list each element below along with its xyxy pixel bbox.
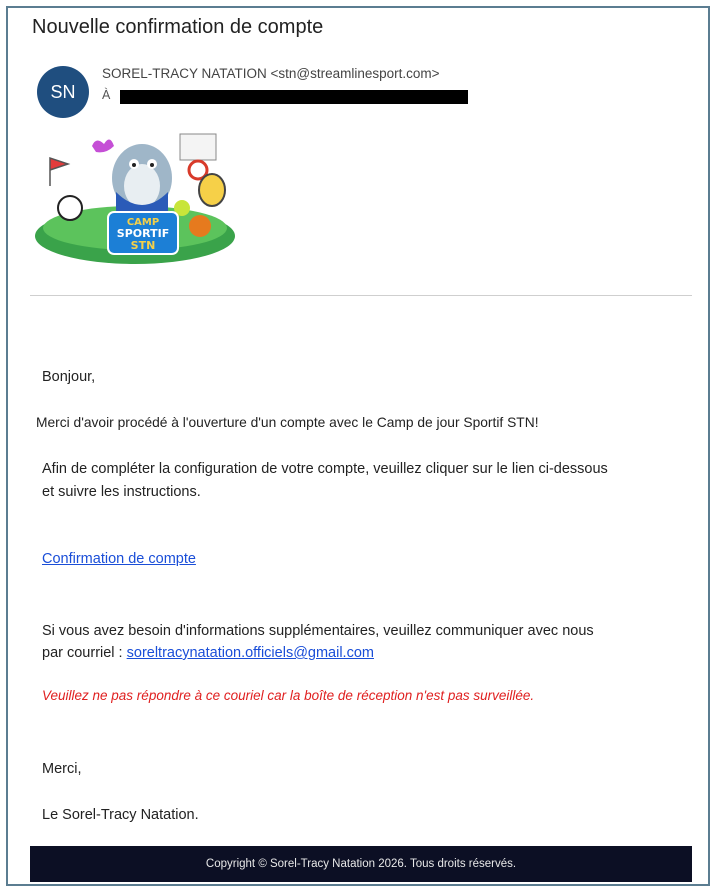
logo-text-stn: STN xyxy=(131,239,156,252)
signoff-name: Le Sorel-Tracy Natation. xyxy=(42,807,199,823)
thanks-line: Merci d'avoir procédé à l'ouverture d'un… xyxy=(36,415,539,430)
confirm-account-link[interactable]: Confirmation de compte xyxy=(42,551,196,567)
signoff-thanks: Merci, xyxy=(42,761,82,777)
instructions-line-1: Afin de compléter la configuration de vo… xyxy=(42,461,608,477)
header-divider xyxy=(30,295,692,296)
info-line-2: par courriel : soreltracynatation.offici… xyxy=(42,642,374,664)
info-line-1: Si vous avez besoin d'informations suppl… xyxy=(42,623,594,639)
info-prefix: par courriel : xyxy=(42,645,127,661)
contact-email-link[interactable]: soreltracynatation.officiels@gmail.com xyxy=(127,645,374,661)
instructions-line-2: et suivre les instructions. xyxy=(42,484,201,500)
email-subject: Nouvelle confirmation de compte xyxy=(32,16,324,38)
sender-avatar: SN xyxy=(37,66,89,118)
avatar-initials: SN xyxy=(50,81,76,102)
footer-bar: Copyright © Sorel-Tracy Natation 2026. T… xyxy=(30,846,692,882)
redacted-recipient xyxy=(120,90,468,104)
footer-copyright: Copyright © Sorel-Tracy Natation 2026. T… xyxy=(205,858,517,870)
sender-address[interactable]: SOREL-TRACY NATATION <stn@streamlinespor… xyxy=(102,66,440,81)
recipient-label: À xyxy=(102,88,111,102)
camp-sportif-logo: CAMP SPORTIF STN xyxy=(35,133,235,264)
no-reply-warning: Veuillez ne pas répondre à ce couriel ca… xyxy=(42,688,535,703)
greeting: Bonjour, xyxy=(42,369,96,385)
